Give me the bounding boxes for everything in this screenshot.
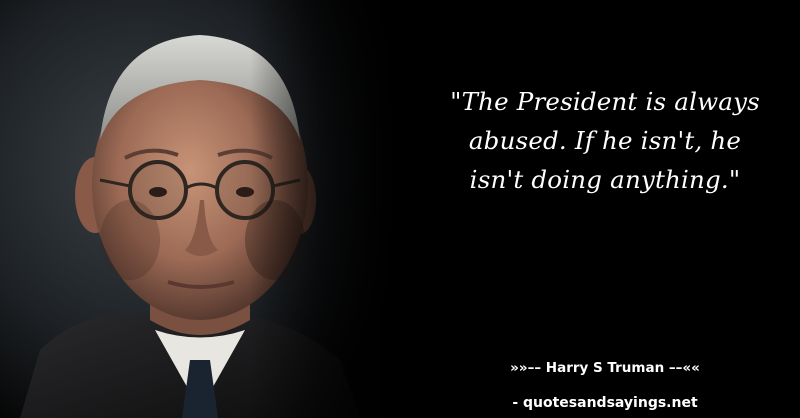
portrait-photo — [0, 0, 400, 418]
source-website: - quotesandsayings.net — [512, 395, 698, 411]
quote-card: "The President is always abused. If he i… — [0, 0, 800, 418]
quote-text: "The President is always abused. If he i… — [450, 87, 760, 194]
author-attribution: »»–– Harry S Truman ––«« — [510, 360, 700, 376]
